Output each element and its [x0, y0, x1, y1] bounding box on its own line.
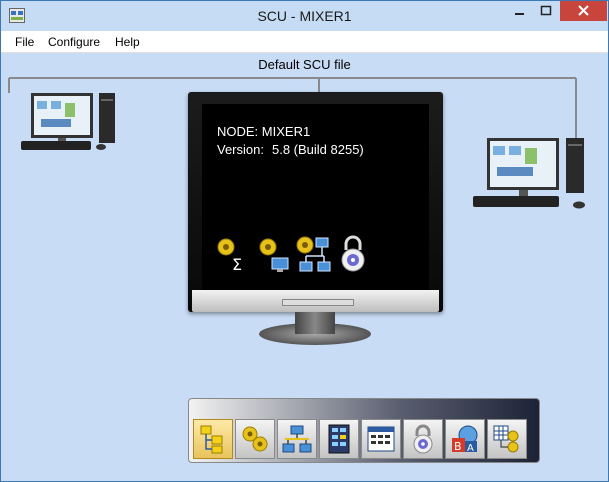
minimize-button[interactable]: [506, 1, 533, 21]
alarm-bells-button[interactable]: [235, 419, 275, 459]
maximize-button[interactable]: [533, 1, 559, 21]
controller-rack-button[interactable]: [319, 419, 359, 459]
maximize-icon: [540, 5, 552, 16]
display-window-button[interactable]: [361, 419, 401, 459]
node-monitor: NODE: MIXER1 Version: 5.8 (Build 8255) Σ: [188, 92, 443, 312]
main-content: Default SCU file NODE: MIXER1 Version: 5…: [1, 53, 608, 481]
network-button[interactable]: [277, 419, 317, 459]
node-name: NODE: MIXER1: [217, 124, 311, 139]
security-lock-icon: [413, 424, 433, 454]
svg-text:A: A: [467, 443, 474, 454]
security-button[interactable]: [403, 419, 443, 459]
close-icon: [578, 5, 589, 16]
node-screen: NODE: MIXER1 Version: 5.8 (Build 8255) Σ: [202, 104, 429, 290]
grid-alarm-button[interactable]: [487, 419, 527, 459]
node-version: Version: 5.8 (Build 8255): [217, 142, 364, 157]
alarm-bells-icon: [242, 426, 268, 452]
version-value: 5.8 (Build 8255): [271, 142, 364, 157]
scu-window: SCU - MIXER1 File Configure Help Default…: [0, 0, 609, 482]
monitor-stand-neck: [295, 312, 335, 334]
minimize-icon: [515, 13, 524, 15]
network-alarm-icon[interactable]: [294, 234, 334, 274]
close-button[interactable]: [560, 1, 607, 21]
title-bar[interactable]: SCU - MIXER1: [1, 1, 608, 31]
menu-file[interactable]: File: [15, 35, 34, 49]
node-tree-icon: [200, 425, 223, 454]
version-label: Version:: [217, 142, 264, 157]
monitor-bezel: [192, 290, 439, 312]
translate-icon: B A: [452, 425, 478, 454]
menu-configure[interactable]: Configure: [48, 35, 100, 49]
controller-rack-icon: [328, 424, 350, 454]
security-lock-icon[interactable]: [340, 234, 366, 274]
svg-text:Σ: Σ: [232, 255, 242, 274]
left-workstation-icon[interactable]: [21, 93, 115, 150]
translate-button[interactable]: B A: [445, 419, 485, 459]
display-window-icon: [367, 426, 395, 452]
network-icon: [282, 425, 312, 453]
alarm-sum-icon[interactable]: Σ: [214, 236, 250, 274]
monitor-buttons: [282, 299, 354, 306]
node-tree-button[interactable]: [193, 419, 233, 459]
right-workstation-icon[interactable]: [473, 138, 585, 209]
grid-alarm-icon: [493, 425, 519, 453]
alarm-workstation-icon[interactable]: [256, 236, 292, 274]
function-toolbar: B A: [188, 398, 540, 463]
menu-help[interactable]: Help: [115, 35, 140, 49]
svg-text:B: B: [454, 440, 462, 453]
menu-bar: File Configure Help: [1, 31, 608, 53]
